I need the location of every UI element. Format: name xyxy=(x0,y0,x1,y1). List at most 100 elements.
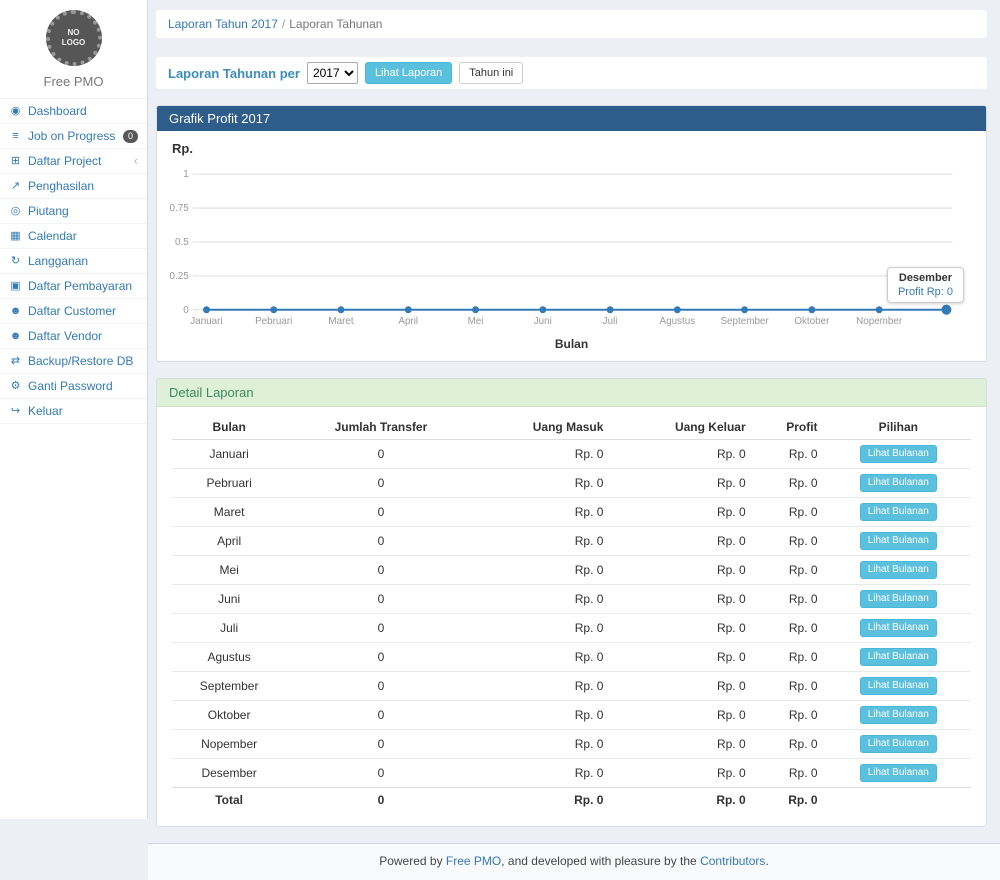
lihat-bulanan-button[interactable]: Lihat Bulanan xyxy=(860,532,937,550)
sidebar-item-dashboard[interactable]: ◉Dashboard xyxy=(0,99,147,124)
sidebar-item-daftar-pembayaran[interactable]: ▣Daftar Pembayaran xyxy=(0,274,147,299)
lihat-bulanan-button[interactable]: Lihat Bulanan xyxy=(860,706,937,724)
sidebar-item-daftar-customer[interactable]: ☻Daftar Customer xyxy=(0,299,147,324)
cell-transfer: 0 xyxy=(286,498,475,527)
sidebar-menu: ◉Dashboard≡Job on Progress0⊞Daftar Proje… xyxy=(0,98,147,424)
money-icon: ◎ xyxy=(9,203,22,219)
cell-profit: Rp. 0 xyxy=(754,585,826,614)
lihat-bulanan-button[interactable]: Lihat Bulanan xyxy=(860,561,937,579)
cell-transfer: 0 xyxy=(286,730,475,759)
svg-text:Agustus: Agustus xyxy=(660,316,696,327)
breadcrumb-separator: / xyxy=(282,17,285,31)
sidebar-item-ganti-password[interactable]: ⚙Ganti Password xyxy=(0,374,147,399)
lihat-bulanan-button[interactable]: Lihat Bulanan xyxy=(860,590,937,608)
cell-masuk: Rp. 0 xyxy=(476,469,612,498)
cell-profit: Rp. 0 xyxy=(754,469,826,498)
cell-pilihan: Lihat Bulanan xyxy=(826,585,971,614)
lihat-laporan-button[interactable]: Lihat Laporan xyxy=(365,62,452,84)
svg-text:Mei: Mei xyxy=(468,316,484,327)
breadcrumb: Laporan Tahun 2017/Laporan Tahunan xyxy=(156,10,987,38)
year-select[interactable]: 2017 xyxy=(307,62,358,84)
content: Laporan Tahun 2017/Laporan Tahunan Lapor… xyxy=(148,0,1000,843)
cell-bulan: Januari xyxy=(172,440,286,469)
sidebar-item-label: Daftar Vendor xyxy=(28,328,102,344)
total-profit: Rp. 0 xyxy=(754,788,826,813)
cell-profit: Rp. 0 xyxy=(754,440,826,469)
cell-profit: Rp. 0 xyxy=(754,556,826,585)
cell-transfer: 0 xyxy=(286,701,475,730)
table-row: Juli0Rp. 0Rp. 0Rp. 0Lihat Bulanan xyxy=(172,614,971,643)
cell-pilihan: Lihat Bulanan xyxy=(826,672,971,701)
cell-bulan: Desember xyxy=(172,759,286,788)
cell-profit: Rp. 0 xyxy=(754,643,826,672)
cell-bulan: Nopember xyxy=(172,730,286,759)
lihat-bulanan-button[interactable]: Lihat Bulanan xyxy=(860,474,937,492)
sidebar-item-label: Penghasilan xyxy=(28,178,94,194)
cell-masuk: Rp. 0 xyxy=(476,614,612,643)
lihat-bulanan-button[interactable]: Lihat Bulanan xyxy=(860,677,937,695)
free-pmo-link[interactable]: Free PMO xyxy=(446,854,501,868)
lihat-bulanan-button[interactable]: Lihat Bulanan xyxy=(860,503,937,521)
cell-masuk: Rp. 0 xyxy=(476,498,612,527)
chart-y-axis-title: Rp. xyxy=(172,141,976,159)
cell-keluar: Rp. 0 xyxy=(611,440,753,469)
sidebar-item-penghasilan[interactable]: ↗ Penghasilan xyxy=(0,174,147,199)
table-row: April0Rp. 0Rp. 0Rp. 0Lihat Bulanan xyxy=(172,527,971,556)
col-header-transfer: Jumlah Transfer xyxy=(286,415,475,440)
filter-panel: Laporan Tahunan per 2017 Lihat Laporan T… xyxy=(156,57,987,89)
cell-keluar: Rp. 0 xyxy=(611,469,753,498)
cell-transfer: 0 xyxy=(286,527,475,556)
cell-keluar: Rp. 0 xyxy=(611,614,753,643)
cell-profit: Rp. 0 xyxy=(754,614,826,643)
col-header-masuk: Uang Masuk xyxy=(476,415,612,440)
cell-transfer: 0 xyxy=(286,469,475,498)
detail-body: Bulan Jumlah Transfer Uang Masuk Uang Ke… xyxy=(157,407,986,826)
lihat-bulanan-button[interactable]: Lihat Bulanan xyxy=(860,445,937,463)
sidebar-item-backup-restore-db[interactable]: ⇄Backup/Restore DB xyxy=(0,349,147,374)
table-row: Januari0Rp. 0Rp. 0Rp. 0Lihat Bulanan xyxy=(172,440,971,469)
svg-text:0.75: 0.75 xyxy=(170,203,190,214)
sidebar-item-langganan[interactable]: ↻Langganan xyxy=(0,249,147,274)
total-transfer: 0 xyxy=(286,788,475,813)
cell-masuk: Rp. 0 xyxy=(476,701,612,730)
tasks-icon: ≡ xyxy=(9,128,22,144)
cell-pilihan: Lihat Bulanan xyxy=(826,730,971,759)
contributors-link[interactable]: Contributors xyxy=(700,854,765,868)
lihat-bulanan-button[interactable]: Lihat Bulanan xyxy=(860,648,937,666)
sidebar-item-keluar[interactable]: ↪Keluar xyxy=(0,399,147,424)
table-row: September0Rp. 0Rp. 0Rp. 0Lihat Bulanan xyxy=(172,672,971,701)
users-icon: ☻ xyxy=(9,303,22,319)
sidebar-item-daftar-project[interactable]: ⊞Daftar Project‹ xyxy=(0,149,147,174)
sidebar-item-piutang[interactable]: ◎Piutang xyxy=(0,199,147,224)
svg-text:Januari: Januari xyxy=(190,316,222,327)
cell-masuk: Rp. 0 xyxy=(476,730,612,759)
sidebar-item-label: Ganti Password xyxy=(28,378,113,394)
sidebar-item-job-on-progress[interactable]: ≡Job on Progress0 xyxy=(0,124,147,149)
col-header-bulan: Bulan xyxy=(172,415,286,440)
lihat-bulanan-button[interactable]: Lihat Bulanan xyxy=(860,735,937,753)
tahun-ini-button[interactable]: Tahun ini xyxy=(459,62,523,84)
total-empty xyxy=(826,788,971,813)
total-masuk: Rp. 0 xyxy=(476,788,612,813)
cell-keluar: Rp. 0 xyxy=(611,556,753,585)
svg-text:Pebruari: Pebruari xyxy=(255,316,292,327)
chart-icon: ↗ xyxy=(9,178,22,194)
cell-keluar: Rp. 0 xyxy=(611,527,753,556)
cell-masuk: Rp. 0 xyxy=(476,440,612,469)
sidebar-item-label: Backup/Restore DB xyxy=(28,353,133,369)
cell-keluar: Rp. 0 xyxy=(611,730,753,759)
breadcrumb-link[interactable]: Laporan Tahun 2017 xyxy=(168,17,278,31)
lihat-bulanan-button[interactable]: Lihat Bulanan xyxy=(860,764,937,782)
cell-profit: Rp. 0 xyxy=(754,498,826,527)
cell-masuk: Rp. 0 xyxy=(476,643,612,672)
lihat-bulanan-button[interactable]: Lihat Bulanan xyxy=(860,619,937,637)
sidebar-item-calendar[interactable]: ▦Calendar xyxy=(0,224,147,249)
cell-pilihan: Lihat Bulanan xyxy=(826,498,971,527)
cell-bulan: Maret xyxy=(172,498,286,527)
table-row: Agustus0Rp. 0Rp. 0Rp. 0Lihat Bulanan xyxy=(172,643,971,672)
cell-transfer: 0 xyxy=(286,614,475,643)
cell-transfer: 0 xyxy=(286,585,475,614)
detail-table-body: Januari0Rp. 0Rp. 0Rp. 0Lihat BulananPebr… xyxy=(172,440,971,788)
sidebar-item-daftar-vendor[interactable]: ☻Daftar Vendor xyxy=(0,324,147,349)
dashboard-icon: ◉ xyxy=(9,103,22,119)
